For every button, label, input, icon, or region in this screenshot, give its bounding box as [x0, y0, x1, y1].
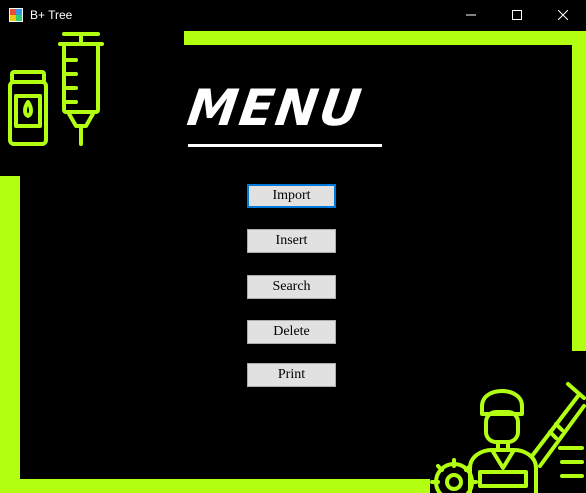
- doctor-with-syringe-and-gear-icon: [430, 382, 586, 493]
- frame-left-border: [0, 176, 20, 493]
- delete-button[interactable]: Delete: [247, 320, 336, 344]
- frame-right-border: [572, 31, 586, 351]
- menu-title-underline: [188, 144, 382, 147]
- close-button[interactable]: [540, 0, 586, 30]
- minimize-button[interactable]: [448, 0, 494, 30]
- frame-bottom-border: [0, 479, 430, 493]
- title-bar[interactable]: B+ Tree: [0, 0, 586, 30]
- medicine-bottle-and-syringe-icon: [8, 32, 104, 146]
- import-button[interactable]: Import: [247, 184, 336, 208]
- insert-button[interactable]: Insert: [247, 229, 336, 253]
- menu-title: MENU: [183, 79, 367, 137]
- app-window: B+ Tree MENU Import Insert Search Delete…: [0, 0, 586, 493]
- frame-top-border: [184, 31, 586, 45]
- window-title: B+ Tree: [30, 8, 73, 22]
- minimize-icon: [466, 14, 476, 16]
- app-icon: [9, 8, 23, 22]
- close-icon: [558, 10, 568, 20]
- maximize-button[interactable]: [494, 0, 540, 30]
- search-button[interactable]: Search: [247, 275, 336, 299]
- client-area: MENU Import Insert Search Delete Print: [0, 30, 586, 493]
- print-button[interactable]: Print: [247, 363, 336, 387]
- maximize-icon: [512, 10, 522, 20]
